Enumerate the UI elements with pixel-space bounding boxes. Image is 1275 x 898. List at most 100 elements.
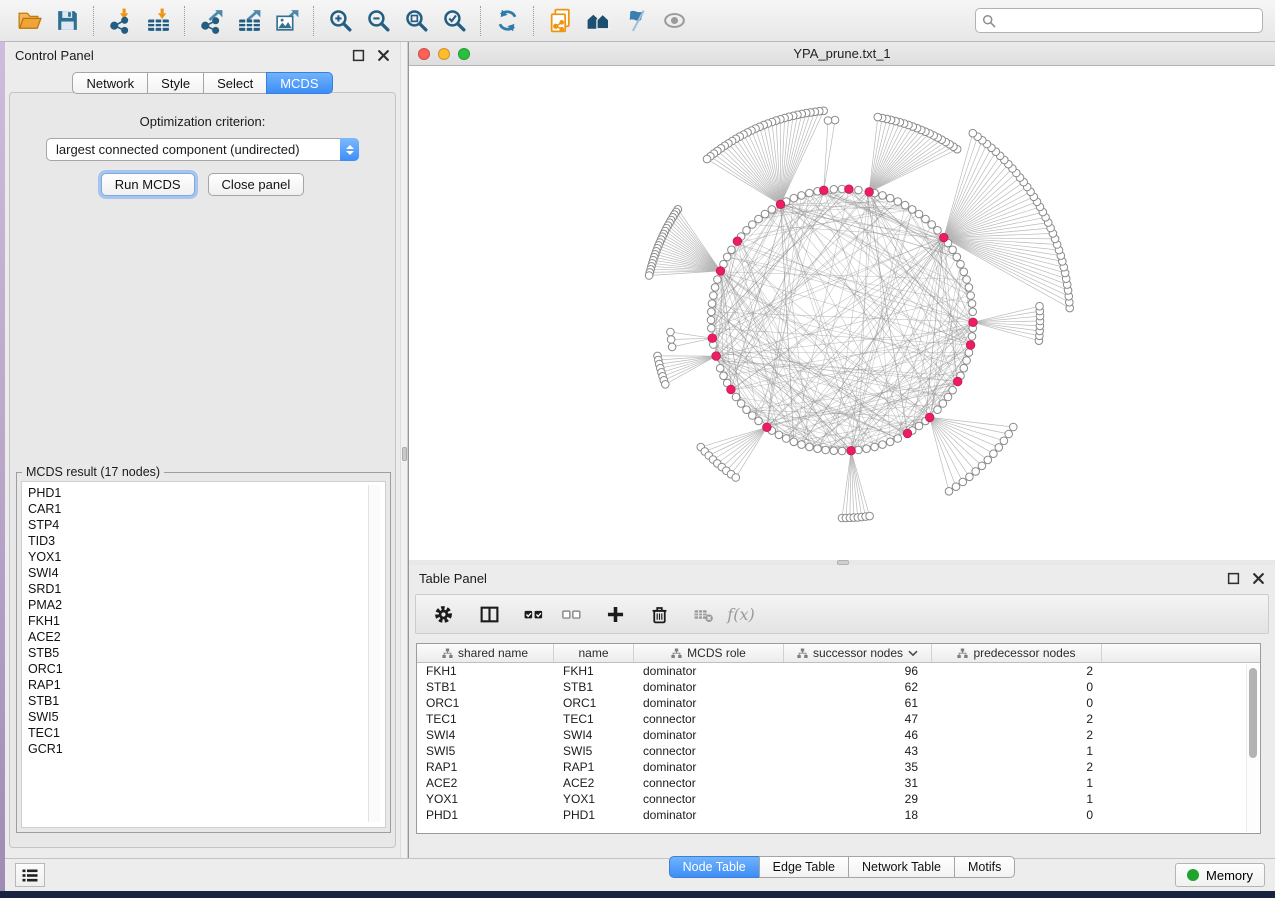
cell-name[interactable]: ORC1 bbox=[554, 695, 634, 711]
table-row[interactable]: ACE2ACE2connector311 bbox=[417, 775, 1260, 791]
mcds-result-item[interactable]: RAP1 bbox=[28, 677, 385, 693]
save-session-button[interactable] bbox=[48, 4, 86, 38]
cell-mcds-role[interactable]: dominator bbox=[634, 759, 784, 775]
mcds-result-item[interactable]: PMA2 bbox=[28, 597, 385, 613]
mcds-result-item[interactable]: SWI4 bbox=[28, 565, 385, 581]
network-canvas[interactable] bbox=[409, 66, 1275, 560]
cell-shared-name[interactable]: ACE2 bbox=[417, 775, 554, 791]
cell-predecessor-nodes[interactable]: 1 bbox=[932, 791, 1102, 807]
export-image-button[interactable] bbox=[268, 4, 306, 38]
list-scrollbar-track[interactable] bbox=[368, 485, 380, 822]
graph-nodes[interactable] bbox=[645, 107, 1073, 522]
panel-menu-button[interactable] bbox=[15, 863, 45, 887]
table-row[interactable]: YOX1YOX1connector291 bbox=[417, 791, 1260, 807]
table-row[interactable]: RAP1RAP1dominator352 bbox=[417, 759, 1260, 775]
cell-mcds-role[interactable]: dominator bbox=[634, 663, 784, 679]
cell-successor-nodes[interactable]: 46 bbox=[784, 727, 932, 743]
table-scrollbar[interactable] bbox=[1246, 664, 1259, 832]
import-table-button[interactable] bbox=[139, 4, 177, 38]
cell-successor-nodes[interactable]: 43 bbox=[784, 743, 932, 759]
cell-mcds-role[interactable]: connector bbox=[634, 775, 784, 791]
cell-predecessor-nodes[interactable]: 1 bbox=[932, 775, 1102, 791]
network-window-titlebar[interactable]: YPA_prune.txt_1 bbox=[409, 42, 1275, 66]
mcds-result-item[interactable]: YOX1 bbox=[28, 549, 385, 565]
show-graphics-details-button[interactable] bbox=[617, 4, 655, 38]
first-neighbors-button[interactable] bbox=[579, 4, 617, 38]
cell-mcds-role[interactable]: connector bbox=[634, 743, 784, 759]
zoom-in-button[interactable] bbox=[321, 4, 359, 38]
cell-name[interactable]: SWI4 bbox=[554, 727, 634, 743]
table-row[interactable]: ORC1ORC1dominator610 bbox=[417, 695, 1260, 711]
cell-shared-name[interactable]: SWI5 bbox=[417, 743, 554, 759]
cell-predecessor-nodes[interactable]: 2 bbox=[932, 759, 1102, 775]
mcds-result-list[interactable]: PHD1CAR1STP4TID3YOX1SWI4SRD1PMA2FKH1ACE2… bbox=[21, 481, 386, 828]
table-row[interactable]: TEC1TEC1connector472 bbox=[417, 711, 1260, 727]
mcds-result-item[interactable]: FKH1 bbox=[28, 613, 385, 629]
mcds-result-item[interactable]: CAR1 bbox=[28, 501, 385, 517]
tab-network-table[interactable]: Network Table bbox=[848, 856, 955, 878]
cell-shared-name[interactable]: TEC1 bbox=[417, 711, 554, 727]
cell-successor-nodes[interactable]: 96 bbox=[784, 663, 932, 679]
cell-shared-name[interactable]: SWI4 bbox=[417, 727, 554, 743]
float-table-panel-button[interactable] bbox=[1227, 572, 1240, 585]
cell-shared-name[interactable]: YOX1 bbox=[417, 791, 554, 807]
table-scrollbar-thumb[interactable] bbox=[1249, 668, 1257, 758]
close-table-panel-button[interactable] bbox=[1252, 572, 1265, 585]
cell-mcds-role[interactable]: dominator bbox=[634, 695, 784, 711]
cell-mcds-role[interactable]: dominator bbox=[634, 807, 784, 823]
cell-predecessor-nodes[interactable]: 2 bbox=[932, 711, 1102, 727]
cell-name[interactable]: RAP1 bbox=[554, 759, 634, 775]
table-row[interactable]: SWI4SWI4dominator462 bbox=[417, 727, 1260, 743]
table-row[interactable]: PHD1PHD1dominator180 bbox=[417, 807, 1260, 823]
cell-predecessor-nodes[interactable]: 2 bbox=[932, 727, 1102, 743]
column-header-mcds-role[interactable]: MCDS role bbox=[634, 644, 784, 662]
tab-network[interactable]: Network bbox=[72, 72, 148, 94]
cell-successor-nodes[interactable]: 62 bbox=[784, 679, 932, 695]
column-header-name[interactable]: name bbox=[554, 644, 634, 662]
close-mcds-panel-button[interactable]: Close panel bbox=[208, 173, 305, 196]
zoom-out-button[interactable] bbox=[359, 4, 397, 38]
update-view-button[interactable] bbox=[488, 4, 526, 38]
cell-name[interactable]: TEC1 bbox=[554, 711, 634, 727]
cell-shared-name[interactable]: PHD1 bbox=[417, 807, 554, 823]
mcds-result-item[interactable]: SRD1 bbox=[28, 581, 385, 597]
cell-successor-nodes[interactable]: 61 bbox=[784, 695, 932, 711]
tab-edge-table[interactable]: Edge Table bbox=[759, 856, 849, 878]
column-header-shared-name[interactable]: shared name bbox=[417, 644, 554, 662]
export-network-button[interactable] bbox=[192, 4, 230, 38]
table-row[interactable]: SWI5SWI5connector431 bbox=[417, 743, 1260, 759]
zoom-fit-button[interactable] bbox=[397, 4, 435, 38]
new-network-from-selection-button[interactable] bbox=[541, 4, 579, 38]
split-view-button[interactable] bbox=[472, 598, 506, 630]
cell-mcds-role[interactable]: connector bbox=[634, 791, 784, 807]
delete-column-button[interactable] bbox=[642, 598, 676, 630]
mcds-result-item[interactable]: SWI5 bbox=[28, 709, 385, 725]
cell-mcds-role[interactable]: dominator bbox=[634, 727, 784, 743]
mcds-result-item[interactable]: STB1 bbox=[28, 693, 385, 709]
select-all-button[interactable] bbox=[516, 598, 550, 630]
cell-predecessor-nodes[interactable]: 0 bbox=[932, 679, 1102, 695]
cell-shared-name[interactable]: FKH1 bbox=[417, 663, 554, 679]
mcds-result-item[interactable]: GCR1 bbox=[28, 741, 385, 757]
tab-style[interactable]: Style bbox=[147, 72, 204, 94]
cell-successor-nodes[interactable]: 31 bbox=[784, 775, 932, 791]
mcds-result-item[interactable]: STP4 bbox=[28, 517, 385, 533]
network-view[interactable] bbox=[409, 66, 1275, 560]
run-mcds-button[interactable]: Run MCDS bbox=[101, 173, 195, 196]
cell-predecessor-nodes[interactable]: 0 bbox=[932, 807, 1102, 823]
cell-predecessor-nodes[interactable]: 0 bbox=[932, 695, 1102, 711]
search-input[interactable] bbox=[1000, 10, 1256, 31]
cell-successor-nodes[interactable]: 29 bbox=[784, 791, 932, 807]
mcds-result-item[interactable]: PHD1 bbox=[28, 485, 385, 501]
cell-name[interactable]: YOX1 bbox=[554, 791, 634, 807]
mcds-result-item[interactable]: STB5 bbox=[28, 645, 385, 661]
column-settings-button[interactable] bbox=[426, 598, 460, 630]
float-panel-button[interactable] bbox=[352, 49, 365, 62]
mcds-result-item[interactable]: TID3 bbox=[28, 533, 385, 549]
open-session-button[interactable] bbox=[10, 4, 48, 38]
table-row[interactable]: FKH1FKH1dominator962 bbox=[417, 663, 1260, 679]
tab-node-table[interactable]: Node Table bbox=[669, 856, 760, 878]
column-header-successor-nodes[interactable]: successor nodes bbox=[784, 644, 932, 662]
cell-mcds-role[interactable]: connector bbox=[634, 711, 784, 727]
tab-motifs[interactable]: Motifs bbox=[954, 856, 1015, 878]
